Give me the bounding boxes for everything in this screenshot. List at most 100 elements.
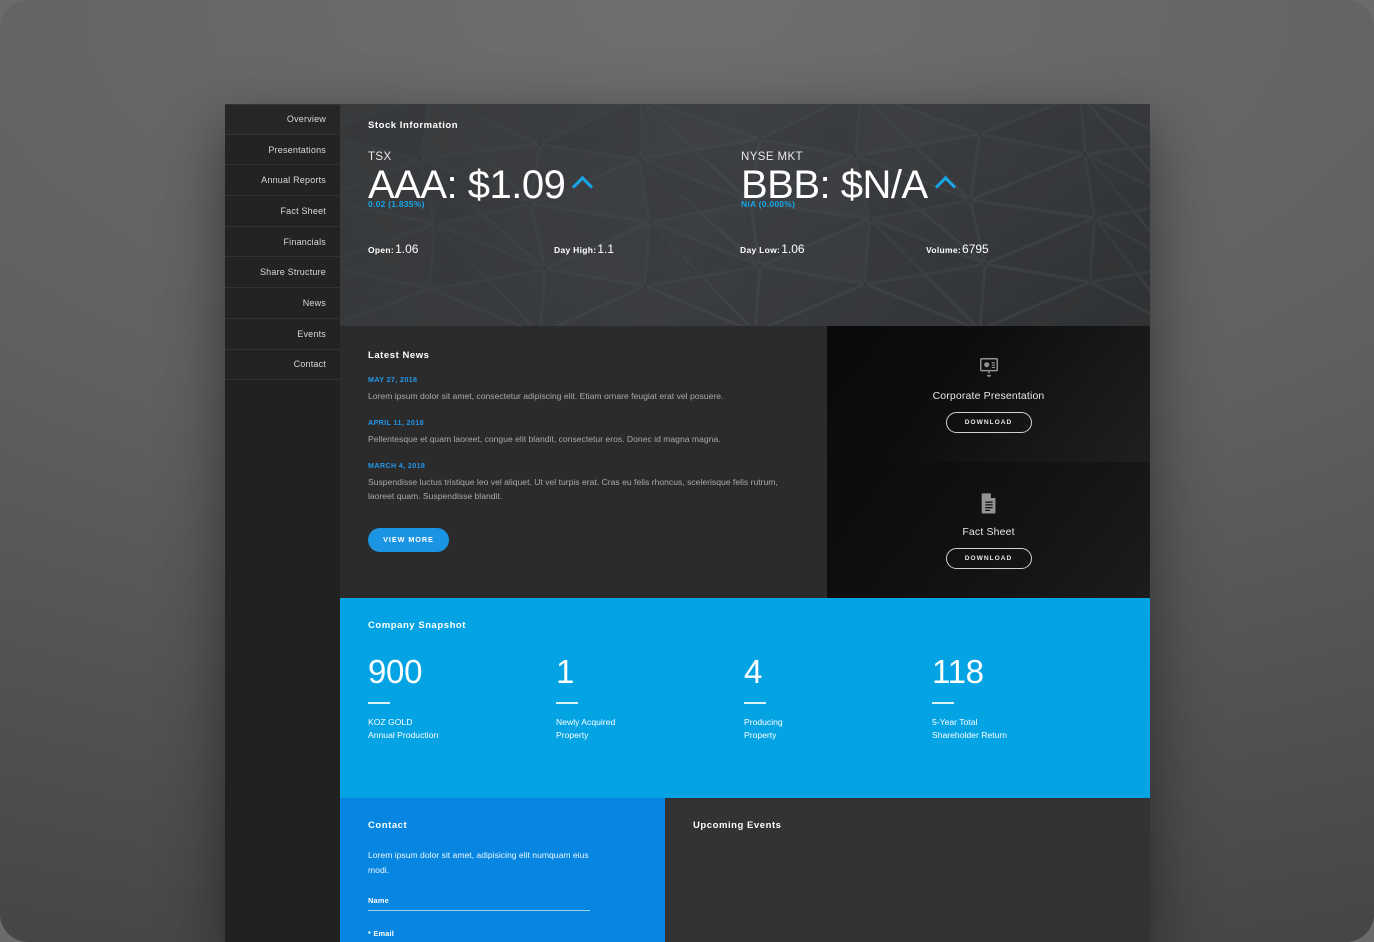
download-button[interactable]: DOWNLOAD [945,411,1032,433]
stat-value: 118 [932,653,984,690]
stat-label-line1: Producing [744,716,783,727]
company-snapshot-section: Company Snapshot 900 KOZ GOLD Annual Pro… [340,598,1150,798]
upcoming-events-panel: Upcoming Events [665,798,1150,942]
stat-label: Newly Acquired Property [556,716,744,743]
stat-label-line1: 5-Year Total [932,716,978,727]
stat-label-line2: Property [556,729,589,740]
download-card-fact-sheet: Fact Sheet DOWNLOAD [827,462,1150,598]
app-window: Overview Presentations Annual Reports Fa… [225,104,1150,942]
stat-value: 900 [368,653,423,690]
stock-metrics: Open:1.06 Day High:1.1 Day Low:1.06 Volu… [368,242,1122,256]
stat-annual-production: 900 KOZ GOLD Annual Production [368,655,556,742]
stat-newly-acquired-property: 1 Newly Acquired Property [556,655,744,742]
sidebar-item-annual-reports[interactable]: Annual Reports [225,165,340,197]
view-more-button[interactable]: VIEW MORE [368,527,449,552]
metric-value: 1.06 [395,242,419,257]
news-item[interactable]: MARCH 4, 2018 Suspendisse luctus tristiq… [368,461,799,504]
contact-panel: Contact Lorem ipsum dolor sit amet, adip… [340,798,665,942]
contact-field-name: Name [368,896,590,911]
sidebar-item-label: Contact [293,359,326,370]
download-card-label: Corporate Presentation [932,389,1045,402]
news-text: Pellentesque et quam laoreet, congue eli… [368,433,721,444]
stock-change: N/A (0.000%) [741,199,796,210]
news-date: MAY 27, 2018 [368,375,418,384]
contact-title: Contact [368,820,408,831]
stock-quote-tsx: TSX AAA: $1.09 0.02 (1.835%) [368,151,741,209]
contact-blurb: Lorem ipsum dolor sit amet, adipisicing … [368,850,589,875]
download-button[interactable]: DOWNLOAD [945,547,1032,569]
news-and-downloads-row: Latest News MAY 27, 2018 Lorem ipsum dol… [340,326,1150,598]
sidebar-item-presentations[interactable]: Presentations [225,134,340,166]
latest-news-panel: Latest News MAY 27, 2018 Lorem ipsum dol… [340,326,827,598]
stat-divider [744,702,766,704]
snapshot-stats: 900 KOZ GOLD Annual Production 1 Newly A… [368,655,1122,742]
stat-label: KOZ GOLD Annual Production [368,716,556,743]
sidebar-nav: Overview Presentations Annual Reports Fa… [225,104,340,942]
news-date: APRIL 11, 2018 [368,417,424,427]
stat-divider [368,702,390,704]
stat-divider [556,702,578,704]
sidebar-item-fact-sheet[interactable]: Fact Sheet [225,196,340,227]
metric-day-high: Day High:1.1 [554,242,740,256]
exchange-label: TSX [368,151,392,163]
stat-shareholder-return: 118 5-Year Total Shareholder Return [932,655,1120,742]
sidebar-item-label: Financials [283,236,326,247]
stat-value: 1 [556,653,575,690]
sidebar-item-label: Overview [286,114,326,125]
metric-label: Day High: [554,245,597,256]
stat-label-line2: Annual Production [368,729,439,740]
stat-label: 5-Year Total Shareholder Return [932,716,1120,743]
sidebar-item-overview[interactable]: Overview [225,104,340,135]
sidebar-item-contact[interactable]: Contact [225,349,340,381]
company-snapshot-title: Company Snapshot [368,620,467,631]
metric-label: Day Low: [740,245,781,256]
metric-open: Open:1.06 [368,242,554,256]
browser-viewport: Overview Presentations Annual Reports Fa… [0,0,1374,942]
sidebar-item-share-structure[interactable]: Share Structure [225,257,340,289]
stat-producing-property: 4 Producing Property [744,655,932,742]
news-item[interactable]: APRIL 11, 2018 Pellentesque et quam laor… [368,418,799,447]
stat-label-line1: KOZ GOLD [368,716,413,727]
presentation-icon [979,357,998,377]
latest-news-title: Latest News [368,350,430,361]
stock-change: 0.02 (1.835%) [368,199,425,210]
sidebar-item-label: Events [297,328,326,339]
page-title: Stock Information [368,120,459,131]
main-content: Stock Information TSX AAA: $1.09 0.02 (1… [340,104,1150,942]
stat-value: 4 [744,653,763,690]
sidebar-item-label: Fact Sheet [280,205,326,216]
download-card-corporate-presentation: Corporate Presentation DOWNLOAD [827,326,1150,462]
sidebar-item-financials[interactable]: Financials [225,226,340,258]
exchange-label: NYSE MKT [741,151,803,163]
stock-information-hero: Stock Information TSX AAA: $1.09 0.02 (1… [340,104,1150,326]
upcoming-events-title: Upcoming Events [693,820,782,831]
sidebar-item-label: News [302,297,326,308]
stock-quote-nyse: NYSE MKT BBB: $N/A N/A (0.000%) [741,151,1114,209]
document-icon [981,492,995,514]
stat-label: Producing Property [744,716,932,743]
news-text: Lorem ipsum dolor sit amet, consectetur … [368,391,724,401]
download-card-label: Fact Sheet [962,525,1015,538]
stat-label-line2: Shareholder Return [932,729,1008,740]
metric-value: 6795 [962,242,989,257]
news-text: Suspendisse luctus tristique leo vel ali… [368,476,778,501]
stock-quotes: TSX AAA: $1.09 0.02 (1.835%) NYSE MKT BB… [368,151,1122,209]
news-date: MARCH 4, 2018 [368,460,426,470]
metric-day-low: Day Low:1.06 [740,242,926,256]
downloads-panel: Corporate Presentation DOWNLOAD Fact She… [827,326,1150,598]
contact-field-email: * Email [368,929,590,942]
metric-value: 1.06 [781,242,805,257]
name-field-label: Name [368,895,389,905]
sidebar-item-events[interactable]: Events [225,318,340,350]
news-item[interactable]: MAY 27, 2018 Lorem ipsum dolor sit amet,… [368,375,799,404]
stat-label-line1: Newly Acquired [556,716,616,727]
sidebar-item-label: Presentations [268,144,326,155]
name-input[interactable] [368,909,590,911]
sidebar-item-news[interactable]: News [225,288,340,319]
email-field-label: * Email [368,928,395,938]
stat-label-line2: Property [744,729,777,740]
stat-divider [932,702,954,704]
metric-label: Volume: [926,245,962,256]
metric-value: 1.1 [597,242,615,257]
bottom-row: Contact Lorem ipsum dolor sit amet, adip… [340,798,1150,942]
